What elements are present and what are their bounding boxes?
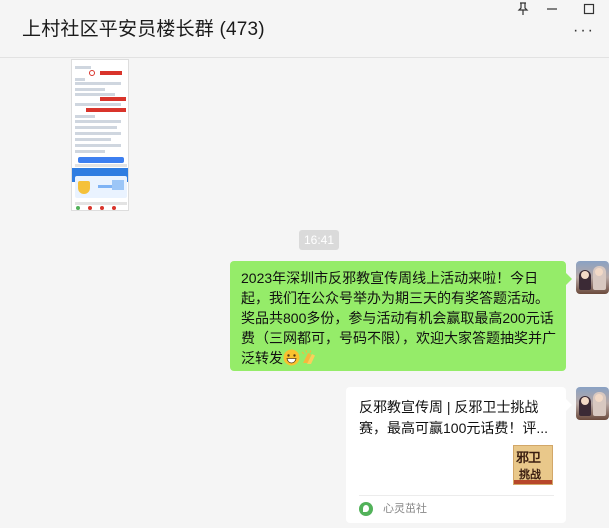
image-message[interactable]	[71, 59, 129, 211]
avatar[interactable]	[576, 261, 609, 294]
pin-icon[interactable]	[512, 2, 534, 20]
minimize-icon[interactable]	[541, 2, 563, 20]
source-logo-icon	[359, 502, 373, 516]
link-thumbnail: 邪卫 挑战	[513, 445, 553, 485]
clap-emoji	[300, 349, 317, 366]
chat-title: 上村社区平安员楼长群 (473)	[22, 19, 265, 40]
more-icon[interactable]: ···	[573, 22, 595, 40]
grin-emoji	[283, 349, 300, 366]
divider	[359, 495, 554, 496]
avatar[interactable]	[576, 387, 609, 420]
title-bar: 上村社区平安员楼长群 (473) ···	[0, 0, 609, 58]
link-card-message[interactable]: 反邪教宣传周 | 反邪卫士挑战赛，最高可赢100元话费！评... 邪卫 挑战 心…	[346, 387, 572, 523]
maximize-icon[interactable]	[578, 2, 600, 20]
link-title: 反邪教宣传周 | 反邪卫士挑战赛，最高可赢100元话费！评...	[359, 399, 549, 436]
timestamp: 16:41	[299, 230, 339, 250]
chat-area[interactable]: 16:41 2023年深圳市反邪教宣传周线上活动来啦！今日起，我们在公众号举办为…	[0, 59, 609, 528]
source-name: 心灵茁社	[383, 503, 427, 515]
text-message[interactable]: 2023年深圳市反邪教宣传周线上活动来啦！今日起，我们在公众号举办为期三天的有奖…	[230, 261, 572, 371]
